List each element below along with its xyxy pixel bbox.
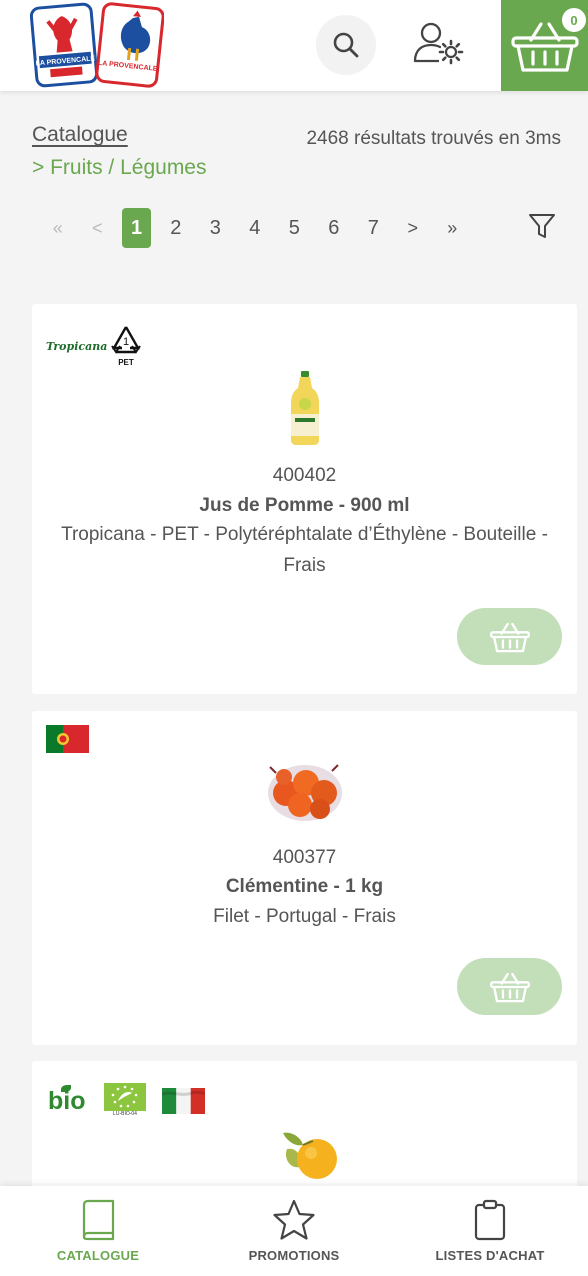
pagination-next[interactable]: > [393, 208, 433, 248]
pagination-first[interactable]: « [38, 208, 78, 248]
product-description: Tropicana - PET - Polytéréphtalate d’Éth… [61, 524, 548, 576]
product-badges [46, 725, 89, 753]
nav-catalogue[interactable]: CATALOGUE [0, 1186, 196, 1276]
italy-flag [162, 1087, 205, 1114]
eu-organic-logo: LU-BIO-04 [104, 1083, 146, 1118]
bottom-navigation: CATALOGUE PROMOTIONS LISTES D'ACHAT [0, 1186, 588, 1276]
filter-button[interactable] [524, 208, 560, 244]
pagination-page-7[interactable]: 7 [354, 208, 394, 248]
product-image[interactable] [267, 1127, 343, 1192]
product-name: Clémentine - 1 kg [225, 876, 384, 897]
pagination: « < 1 2 3 4 5 6 7 > » [38, 208, 472, 248]
pagination-page-6[interactable]: 6 [314, 208, 354, 248]
pagination-page-2[interactable]: 2 [156, 208, 196, 248]
pagination-page-5[interactable]: 5 [275, 208, 315, 248]
book-icon [82, 1199, 115, 1241]
product-code: 400402 [272, 465, 337, 486]
basket-icon [489, 622, 530, 652]
svg-text:PET: PET [118, 358, 134, 367]
pagination-page-4[interactable]: 4 [235, 208, 275, 248]
product-card[interactable]: 400377 Clémentine - 1 kg Filet - Portuga… [32, 711, 577, 1045]
filter-icon [529, 214, 555, 238]
pagination-page-3[interactable]: 3 [196, 208, 236, 248]
cart-count-badge: 0 [562, 8, 586, 32]
svg-text:1: 1 [123, 336, 129, 348]
product-image[interactable] [288, 370, 322, 451]
nav-promotions[interactable]: PROMOTIONS [196, 1186, 392, 1276]
product-name: Jus de Pomme - 900 ml [199, 495, 410, 516]
bio-logo: bio [48, 1084, 86, 1115]
nav-shopping-lists-label: LISTES D'ACHAT [435, 1248, 545, 1263]
breadcrumb-catalogue-link[interactable]: Catalogue [32, 123, 128, 147]
basket-icon [489, 972, 530, 1002]
user-settings-icon [413, 22, 464, 65]
product-card[interactable]: Tropicana 1 PET 400402 Jus de Pomme - 90… [32, 304, 577, 694]
product-description: Filet - Portugal - Frais [213, 906, 396, 927]
nav-promotions-label: PROMOTIONS [248, 1248, 340, 1263]
add-to-cart-button[interactable] [457, 958, 562, 1015]
results-count: 2468 résultats trouvés en 3ms [306, 128, 561, 149]
clipboard-icon [474, 1199, 506, 1241]
tropicana-logo: Tropicana [46, 339, 108, 353]
cart-button[interactable]: 0 [501, 0, 588, 91]
search-button[interactable] [316, 15, 376, 75]
star-icon [273, 1199, 315, 1240]
product-badges: Tropicana 1 PET [46, 324, 144, 368]
pagination-page-1[interactable]: 1 [122, 208, 151, 248]
nav-shopping-lists[interactable]: LISTES D'ACHAT [392, 1186, 588, 1276]
add-to-cart-button[interactable] [457, 608, 562, 665]
search-icon [333, 32, 359, 58]
pet-recycling-icon: 1 PET [111, 326, 141, 367]
account-settings-button[interactable] [408, 14, 470, 74]
pagination-prev[interactable]: < [78, 208, 118, 248]
nav-catalogue-label: CATALOGUE [56, 1248, 140, 1263]
product-image[interactable] [266, 757, 344, 828]
portugal-flag [46, 725, 89, 753]
product-code: 400377 [272, 847, 337, 868]
product-badges: bio LU-BIO-04 [46, 1083, 205, 1118]
la-provencale-logo[interactable]: LA PROVENCALE LA PROVENCALE [29, 2, 165, 88]
breadcrumb-category[interactable]: > Fruits / Légumes [32, 156, 207, 180]
pagination-last[interactable]: » [433, 208, 473, 248]
app-header: LA PROVENCALE LA PROVENCALE 0 [0, 0, 588, 91]
